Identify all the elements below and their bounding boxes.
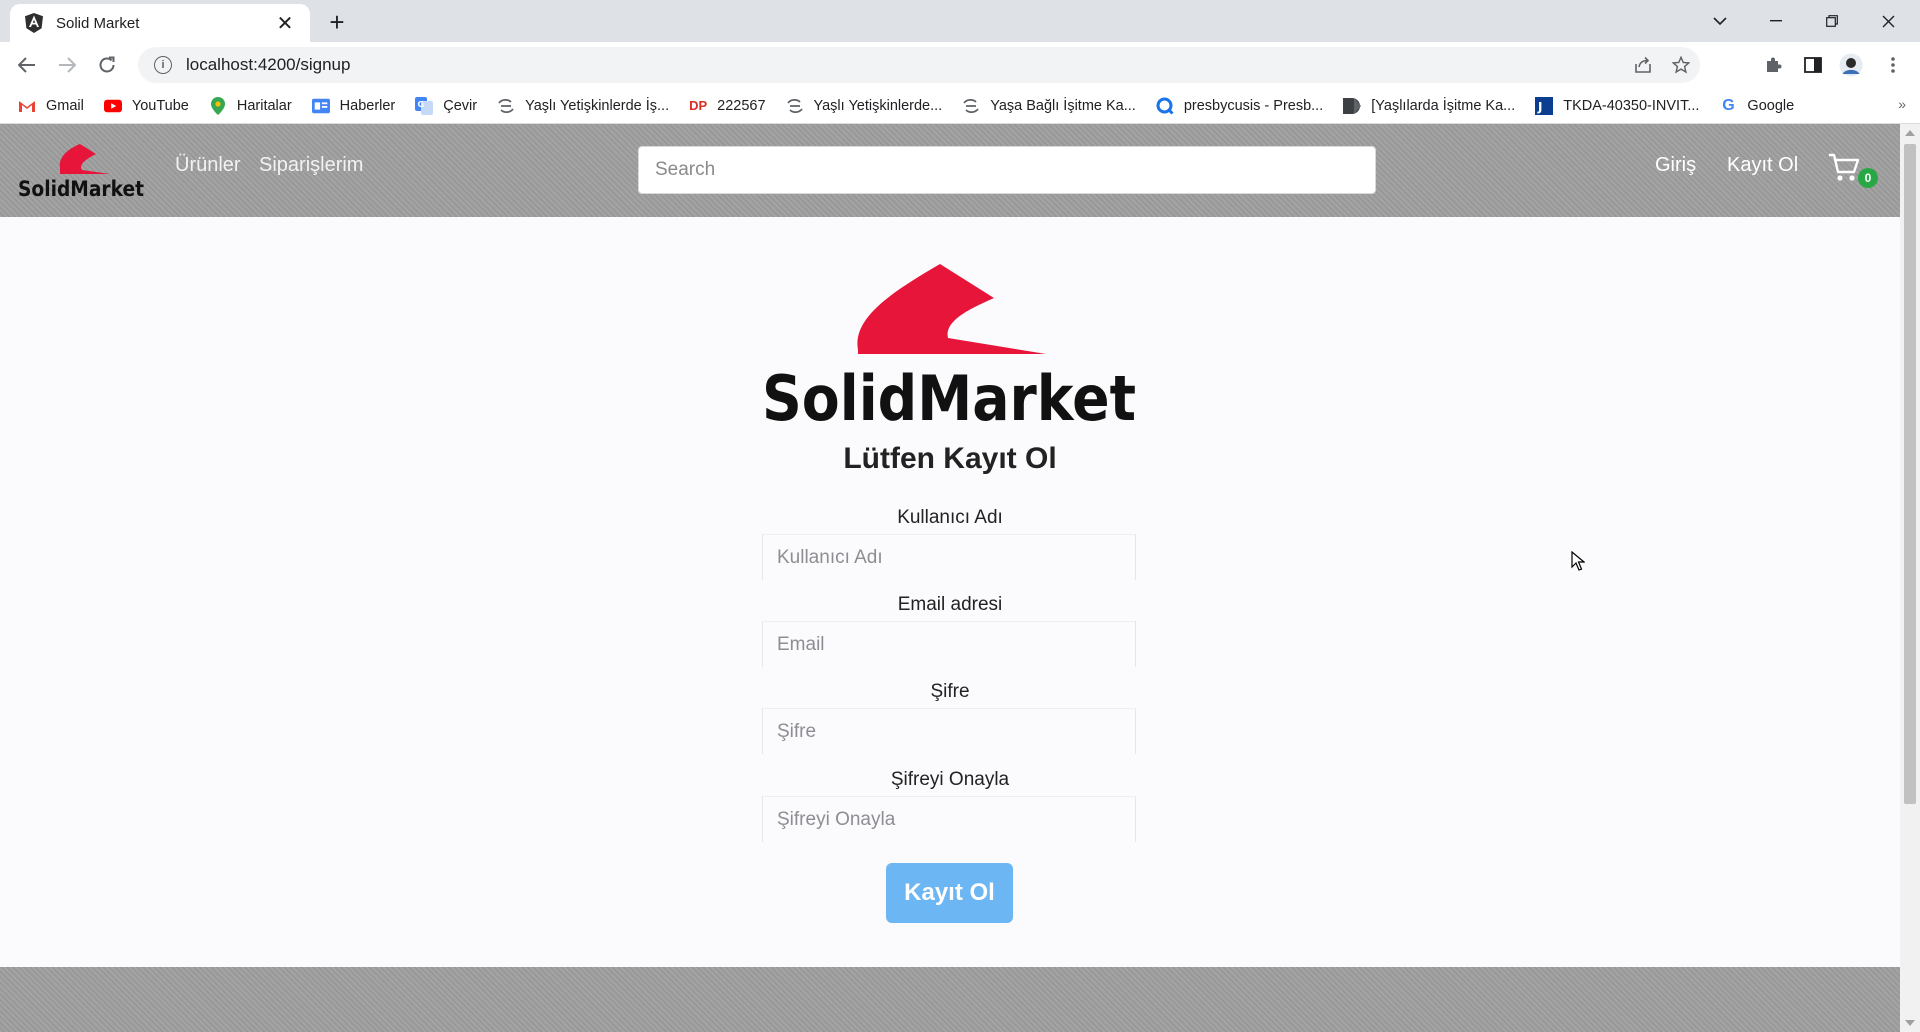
browser-menu-icon[interactable] <box>1878 50 1908 80</box>
side-panel-icon[interactable] <box>1798 50 1828 80</box>
page-scrollbar[interactable] <box>1900 124 1920 1032</box>
restore-icon[interactable] <box>1804 0 1860 42</box>
bookmark-yasli-1[interactable]: Yaşlı Yetişkinlerde İş... <box>497 97 669 115</box>
svg-text:SolidMarket: SolidMarket <box>18 177 144 200</box>
bookmark-label: Çevir <box>443 97 478 114</box>
signup-submit-button[interactable]: Kayıt Ol <box>886 863 1013 923</box>
angular-favicon-icon <box>24 13 44 33</box>
signup-title: Lütfen Kayıt Ol <box>843 442 1057 475</box>
bookmark-yasli-2[interactable]: Yaşlı Yetişkinlerde... <box>786 97 943 115</box>
username-label: Kullanıcı Adı <box>897 507 1003 528</box>
bookmark-label: TKDA-40350-INVIT... <box>1563 97 1700 114</box>
bookmark-label: Haritalar <box>236 97 292 114</box>
gmail-icon <box>18 97 36 115</box>
close-tab-icon[interactable]: ✕ <box>274 11 296 36</box>
username-input[interactable] <box>762 534 1136 580</box>
bookmark-cevir[interactable]: G Çevir <box>415 96 478 115</box>
app-page: SolidMarket Ürünler Siparişlerim Giriş K… <box>0 124 1900 1032</box>
address-bar[interactable]: i localhost:4200/signup <box>138 47 1700 83</box>
bookmark-d-icon <box>1343 97 1362 115</box>
bookmark-yasa-bagli[interactable]: Yaşa Bağlı İşitme Ka... <box>962 97 1136 115</box>
bookmark-haritalar[interactable]: Haritalar <box>209 96 292 115</box>
scroll-down-icon[interactable] <box>1905 1020 1915 1026</box>
nav-link-urunler[interactable]: Ürünler <box>175 154 241 177</box>
bookmark-label: presbycusis - Presb... <box>1183 97 1324 114</box>
email-input[interactable] <box>762 621 1136 667</box>
password-label: Şifre <box>930 681 970 702</box>
link-icon <box>786 97 804 115</box>
extensions-puzzle-icon[interactable] <box>1758 50 1788 80</box>
bookmark-label: 222567 <box>717 97 766 114</box>
site-info-icon[interactable]: i <box>154 56 172 74</box>
back-icon[interactable] <box>12 50 42 80</box>
reload-icon[interactable] <box>92 50 122 80</box>
news-icon <box>311 97 330 115</box>
profile-avatar-icon[interactable] <box>1836 50 1866 80</box>
signup-link[interactable]: Kayıt Ol <box>1727 154 1798 177</box>
scroll-up-icon[interactable] <box>1905 130 1915 136</box>
link-icon <box>497 97 515 115</box>
translate-icon: G <box>415 96 434 115</box>
address-url: localhost:4200/signup <box>186 55 351 74</box>
link-icon <box>962 97 980 115</box>
nav-link-siparislerim[interactable]: Siparişlerim <box>259 154 363 177</box>
bookmark-label: Yaşlı Yetişkinlerde... <box>813 97 943 114</box>
confirm-password-label: Şifreyi Onayla <box>890 769 1010 790</box>
cart-button[interactable]: 0 <box>1828 152 1878 188</box>
browser-tab[interactable]: Solid Market ✕ <box>10 4 310 42</box>
password-input[interactable] <box>762 708 1136 754</box>
tab-title: Solid Market <box>56 14 140 32</box>
bookmark-star-icon[interactable] <box>1672 47 1690 83</box>
tab-search-chevron-icon[interactable] <box>1692 0 1748 42</box>
new-tab-button[interactable]: + <box>322 8 352 38</box>
svg-text:SolidMarket: SolidMarket <box>762 362 1136 426</box>
solidmarket-hero-logo: SolidMarket <box>762 264 1136 426</box>
cart-icon <box>1829 153 1860 181</box>
cart-count-badge: 0 <box>1858 168 1878 188</box>
search-input[interactable] <box>638 146 1376 194</box>
bookmark-presbycusis[interactable]: presbycusis - Presb... <box>1156 97 1323 115</box>
close-window-icon[interactable] <box>1860 0 1916 42</box>
bookmark-google[interactable]: G Google <box>1719 97 1794 115</box>
bookmark-gmail[interactable]: Gmail <box>18 97 84 115</box>
youtube-icon <box>103 97 122 115</box>
bookmark-tkda[interactable]: J TKDA-40350-INVIT... <box>1535 96 1700 115</box>
bookmark-label: Haberler <box>339 97 396 114</box>
bookmark-haberler[interactable]: Haberler <box>311 97 396 115</box>
mouse-cursor-icon <box>1571 551 1585 571</box>
browser-toolbar: i localhost:4200/signup <box>0 42 1920 88</box>
confirm-password-input[interactable] <box>762 796 1136 842</box>
bookmarks-overflow-icon[interactable]: » <box>1898 96 1906 112</box>
bookmark-label: [Yaşlılarda İşitme Ka... <box>1371 97 1516 114</box>
bookmark-label: Google <box>1747 97 1795 114</box>
dp-icon: DP <box>689 98 708 113</box>
share-icon[interactable] <box>1634 47 1652 83</box>
forward-icon[interactable] <box>52 50 82 80</box>
jira-icon: J <box>1535 96 1554 115</box>
app-navbar: SolidMarket Ürünler Siparişlerim Giriş K… <box>0 124 1900 217</box>
maps-pin-icon <box>209 96 227 115</box>
bookmark-yaslilarda[interactable]: [Yaşlılarda İşitme Ka... <box>1343 97 1515 115</box>
minimize-icon[interactable] <box>1748 0 1804 42</box>
bookmark-youtube[interactable]: YouTube <box>103 97 189 115</box>
browser-tabstrip: Solid Market ✕ + <box>0 0 1920 42</box>
bookmarks-bar: Gmail YouTube Haritalar Haberler G Çevir… <box>0 88 1920 124</box>
solidmarket-logo[interactable]: SolidMarket <box>18 142 146 200</box>
search-q-icon <box>1156 97 1174 115</box>
svg-text:J: J <box>1537 100 1542 114</box>
bookmark-222567[interactable]: DP 222567 <box>689 97 765 115</box>
bookmark-label: YouTube <box>131 97 189 114</box>
login-link[interactable]: Giriş <box>1655 154 1696 177</box>
app-footer <box>0 967 1900 1032</box>
email-label: Email adresi <box>897 594 1003 615</box>
bookmark-label: Yaşa Bağlı İşitme Ka... <box>990 97 1136 114</box>
google-icon: G <box>1722 96 1735 114</box>
svg-text:G: G <box>418 100 425 109</box>
scroll-thumb[interactable] <box>1904 144 1916 804</box>
bookmark-label: Yaşlı Yetişkinlerde İş... <box>525 97 670 114</box>
bookmark-label: Gmail <box>46 97 84 114</box>
